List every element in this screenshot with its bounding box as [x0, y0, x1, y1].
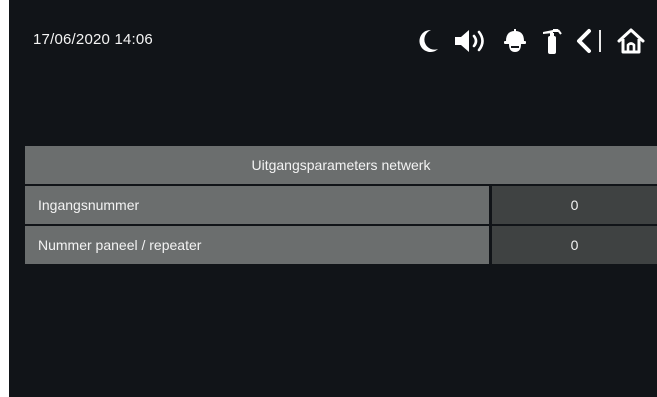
toolbar-separator — [599, 30, 601, 52]
fire-extinguisher-icon[interactable] — [538, 22, 564, 60]
param-row-input-number: Ingangsnummer 0 — [25, 186, 657, 224]
display-screen: 17/06/2020 14:06 Uitgangsparameters netw… — [9, 0, 657, 397]
param-value-field[interactable]: 0 — [492, 226, 657, 264]
param-label: Ingangsnummer — [25, 186, 489, 224]
param-label: Nummer paneel / repeater — [25, 226, 489, 264]
back-chevron-icon[interactable] — [573, 22, 595, 60]
param-row-panel-repeater-number: Nummer paneel / repeater 0 — [25, 226, 657, 264]
moon-icon[interactable] — [415, 22, 441, 60]
speaker-icon[interactable] — [453, 22, 489, 60]
firefighter-helmet-icon[interactable] — [502, 22, 528, 60]
param-value-field[interactable]: 0 — [492, 186, 657, 224]
toolbar — [405, 22, 657, 60]
home-icon[interactable] — [615, 22, 647, 60]
datetime-display: 17/06/2020 14:06 — [33, 31, 153, 48]
parameters-panel: Uitgangsparameters netwerk Ingangsnummer… — [25, 146, 657, 266]
panel-title: Uitgangsparameters netwerk — [25, 146, 657, 184]
